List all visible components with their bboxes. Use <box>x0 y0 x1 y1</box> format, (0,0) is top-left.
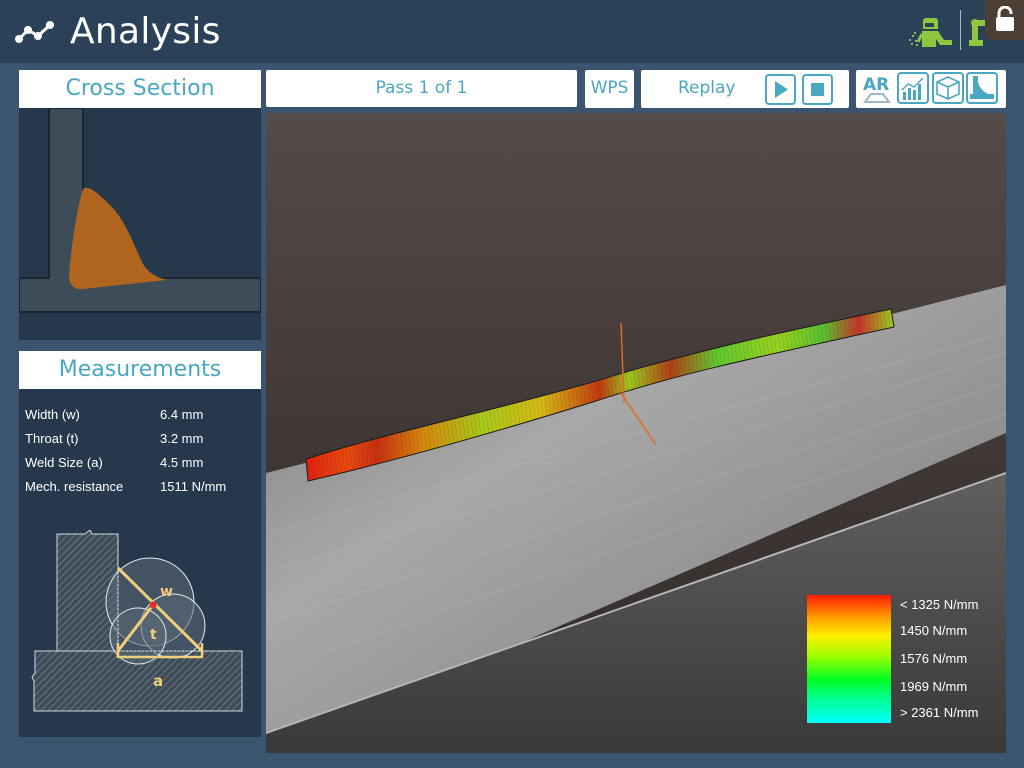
pass-selector[interactable]: Pass 1 of 1 <box>266 70 577 107</box>
cube-icon <box>932 72 964 104</box>
measurements-header: Measurements <box>19 351 261 389</box>
weld-3d-scene <box>266 113 1006 753</box>
wps-button[interactable]: WPS <box>585 70 634 108</box>
measurement-label: Mech. resistance <box>25 479 124 494</box>
legend-label: < 1325 N/mm <box>900 597 979 612</box>
measurement-value: 1511 N/mm <box>160 479 227 494</box>
measurement-row: Throat (t) 3.2 mm <box>25 429 255 453</box>
legend-label: 1450 N/mm <box>900 623 968 638</box>
page-title: Analysis <box>70 11 221 52</box>
measurement-value: 3.2 mm <box>160 431 204 446</box>
measurement-row: Width (w) 6.4 mm <box>25 405 255 429</box>
a-label: a <box>153 672 163 690</box>
measurement-label: Width (w) <box>25 407 80 422</box>
weld-geometry-diagram: w t a <box>31 530 243 712</box>
lock-icon <box>996 6 1014 31</box>
cross-section-view-button[interactable] <box>966 72 998 104</box>
measurements-table: Width (w) 6.4 mm Throat (t) 3.2 mm Weld … <box>25 405 255 501</box>
measurement-row: Weld Size (a) 4.5 mm <box>25 453 255 477</box>
t-label: t <box>150 627 157 643</box>
cross-section-view <box>18 107 262 340</box>
ar-view-button[interactable]: AR <box>861 72 893 104</box>
cross-section-drawing <box>18 107 262 340</box>
analysis-graph-icon <box>15 21 54 43</box>
w-label: w <box>160 584 173 600</box>
lock-button[interactable] <box>985 0 1024 40</box>
legend-label: 1576 N/mm <box>900 651 968 666</box>
header-divider <box>960 10 961 50</box>
3d-view-button[interactable] <box>932 72 964 104</box>
welder-icon[interactable] <box>908 14 952 48</box>
3d-viewport[interactable] <box>266 113 1006 753</box>
cross-section-icon <box>966 72 998 104</box>
stop-button[interactable] <box>802 74 833 105</box>
measurement-value: 6.4 mm <box>160 407 204 422</box>
play-button[interactable] <box>765 74 796 105</box>
bar-chart-icon <box>897 72 929 104</box>
measurement-row: Mech. resistance 1511 N/mm <box>25 477 255 501</box>
cross-section-header: Cross Section <box>19 70 261 108</box>
chart-view-button[interactable] <box>897 72 929 104</box>
legend-label: > 2361 N/mm <box>900 705 979 720</box>
ar-label: AR <box>863 75 889 95</box>
measurement-label: Throat (t) <box>25 431 79 446</box>
ar-icon: AR <box>863 75 891 103</box>
legend-label: 1969 N/mm <box>900 679 968 694</box>
measurement-value: 4.5 mm <box>160 455 204 470</box>
top-bar: Analysis <box>0 0 1024 63</box>
replay-label: Replay <box>678 78 736 98</box>
color-scale-bar <box>807 595 891 723</box>
measurement-label: Weld Size (a) <box>25 455 103 470</box>
